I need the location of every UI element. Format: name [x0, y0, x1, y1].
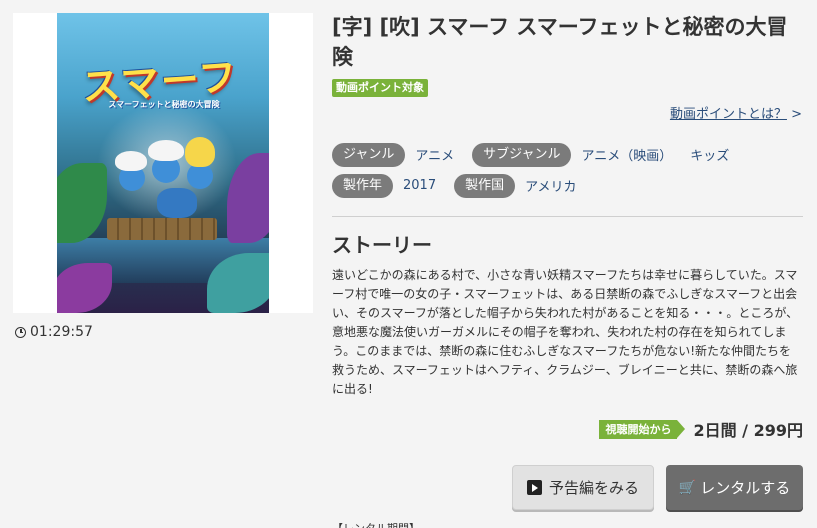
rent-button-label: レンタルする — [700, 479, 791, 497]
watch-trailer-button[interactable]: 予告編をみる — [512, 465, 654, 510]
poster-frame: スマーフ スマーフェットと秘密の大冒険 — [13, 13, 313, 313]
metadata-tags: ジャンル アニメ サブジャンル アニメ（映画） キッズ 製作年 2017 製作国… — [332, 142, 802, 204]
movie-poster: スマーフ スマーフェットと秘密の大冒険 — [57, 13, 269, 313]
page-title: [字] [吹] スマーフ スマーフェットと秘密の大冒険 — [332, 15, 788, 69]
cart-icon: 🛒 — [678, 479, 697, 496]
watch-trailer-label: 予告編をみる — [548, 479, 639, 497]
tag-row-genre: ジャンル アニメ サブジャンル アニメ（映画） キッズ — [332, 142, 802, 167]
duration-text: 01:29:57 — [30, 324, 93, 340]
rental-period-note: 【レンタル期間】 — [332, 520, 420, 528]
point-eligible-badge: 動画ポイント対象 — [332, 79, 428, 97]
story-heading: ストーリー — [332, 233, 432, 257]
clock-icon — [15, 326, 26, 338]
poster-logo-subtitle: スマーフェットと秘密の大冒険 — [108, 100, 220, 109]
subgenre-value[interactable]: キッズ — [690, 145, 729, 164]
point-info-link-label[interactable]: 動画ポイントとは？ — [670, 107, 787, 122]
country-value[interactable]: アメリカ — [525, 176, 576, 195]
rental-period-badge: 視聴開始から — [599, 419, 686, 439]
year-label: 製作年 — [332, 173, 394, 198]
country-label: 製作国 — [454, 173, 516, 198]
year-value[interactable]: 2017 — [403, 178, 436, 193]
duration: 01:29:57 — [15, 324, 93, 340]
point-info-link[interactable]: 動画ポイントとは？ > — [670, 103, 802, 122]
genre-value[interactable]: アニメ — [415, 145, 454, 164]
chevron-right-icon: > — [791, 107, 802, 122]
rent-button[interactable]: 🛒 レンタルする — [666, 465, 803, 510]
subgenre-label: サブジャンル — [472, 142, 572, 167]
genre-label: ジャンル — [332, 142, 406, 167]
subgenre-value[interactable]: アニメ（映画） — [581, 145, 672, 164]
tag-row-production: 製作年 2017 製作国 アメリカ — [332, 173, 802, 198]
rental-price: 視聴開始から 2日間 / 299円 — [599, 417, 803, 441]
divider — [332, 216, 803, 217]
play-icon — [526, 480, 542, 495]
price-text: 2日間 / 299円 — [693, 421, 803, 440]
story-text: 遠いどこかの森にある村で、小さな青い妖精スマーフたちは幸せに暮らしていた。スマー… — [332, 268, 799, 396]
